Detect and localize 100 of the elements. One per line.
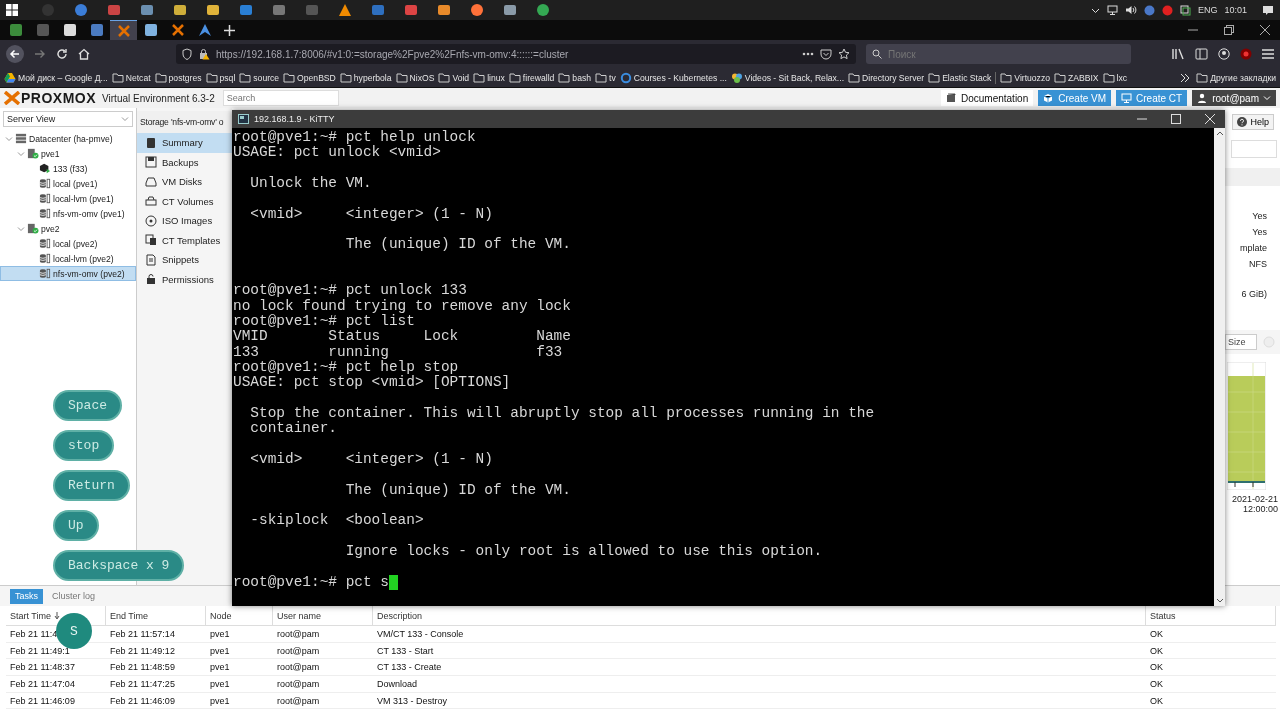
table-cell: Feb 21 11:47:25 [106,676,206,693]
account-icon[interactable] [1218,48,1230,60]
nav-item[interactable]: VM Disks [137,172,232,192]
circle-icon[interactable] [1143,4,1155,16]
bookmark[interactable]: Videos - Sit Back, Relax... [730,71,845,84]
clock[interactable]: 10:01 [1224,5,1247,15]
tree-item[interactable]: local-lvm (pve2) [0,251,136,266]
bookmark[interactable]: tv [595,71,616,84]
tree-item[interactable]: pve1 [0,146,136,161]
panel-tab[interactable]: Cluster log [47,588,101,604]
dropdown-field[interactable] [1231,140,1277,158]
column-header[interactable]: End Time [106,606,206,626]
tree-item[interactable]: nfs-vm-omv (pve2) [0,266,136,281]
tree-item[interactable]: local (pve2) [0,236,136,251]
maximize-icon[interactable] [1224,25,1234,35]
reload-icon[interactable] [56,48,68,60]
bookmark[interactable]: Другие закладки [1196,71,1276,84]
help-button[interactable]: Help [1232,114,1274,130]
tree-item[interactable]: local (pve1) [0,176,136,191]
app-icon[interactable] [404,3,418,17]
command-line: root@pve1:~# pct s [233,574,389,590]
search-field[interactable]: Search [222,90,339,106]
scrollbar[interactable] [1214,128,1225,606]
tree-item[interactable]: 133 (f33) [0,161,136,176]
address-bar[interactable]: https://192.168.1.7:8006/#v1:0:=storage%2Fpve2%2Fnfs-vm-omv:4::::::=cluster [176,44,856,64]
tree-item[interactable]: Datacenter (ha-pmve) [0,131,136,146]
pocket-icon[interactable] [820,48,832,60]
table-cell: OK [1146,676,1276,693]
nav-item[interactable]: CT Templates [137,230,232,250]
more-icon[interactable] [802,52,814,56]
nav-item[interactable]: Permissions [137,269,232,289]
view-selector[interactable]: Server View [3,111,133,127]
maximize-icon[interactable] [1171,114,1181,124]
tree-item[interactable]: pve2 [0,221,136,236]
bookmark[interactable]: bash [558,71,591,84]
app-icon[interactable] [239,3,253,17]
shield-badge-icon[interactable] [1240,48,1252,60]
bookmark[interactable]: NixOS [395,71,435,84]
bookmark[interactable]: Elastic Stack [928,71,992,84]
start-icon[interactable] [6,4,18,16]
app-icon[interactable] [437,3,451,17]
app-icon[interactable] [536,3,550,17]
scroll-down-icon[interactable] [1215,598,1224,604]
bookmark[interactable]: Netcat [111,71,151,84]
double-chevron-icon[interactable] [1180,72,1191,83]
table-cell: pve1 [206,642,273,660]
tree-item[interactable]: local-lvm (pve1) [0,191,136,206]
scroll-up-icon[interactable] [1215,130,1224,136]
home-icon[interactable] [78,48,90,60]
library-icon[interactable] [1172,48,1185,60]
bookmark[interactable]: Directory Server [848,71,925,84]
app-icon[interactable] [107,3,121,17]
view-selector-text: Server View [7,114,56,124]
notification-icon[interactable] [1262,4,1274,16]
sidebar-icon[interactable] [1195,48,1208,60]
nav-item[interactable]: CT Volumes [137,191,232,211]
app-icon[interactable] [206,3,220,17]
app-icon[interactable] [503,3,517,17]
header-button[interactable]: Documentation [940,90,1034,106]
square-icon [143,23,158,37]
app-icon[interactable] [272,3,286,17]
nav-item[interactable]: Snippets [137,250,232,270]
nav-item[interactable]: ISO Images [137,211,232,231]
record-icon[interactable] [1161,4,1173,16]
bookmark[interactable]: source [239,71,280,84]
server-check-icon [27,148,39,159]
bookmark[interactable]: firewalld [508,71,555,84]
app-icon[interactable] [338,3,352,17]
windows-icon[interactable] [1179,4,1191,16]
tree-item[interactable]: nfs-vm-omv (pve1) [0,206,136,221]
star-icon[interactable] [838,48,850,60]
bookmark[interactable]: Мой диск – Google Д... [4,71,108,84]
menu-icon[interactable] [1262,49,1274,59]
app-icon[interactable] [173,3,187,17]
size-field[interactable]: Size [1225,334,1257,350]
bookmark[interactable]: hyperbola [339,71,392,84]
bookmark[interactable]: Virtuozzo [1000,71,1050,84]
network-icon[interactable] [1106,5,1118,15]
square-icon [62,23,77,37]
bookmark[interactable]: Void [438,71,470,84]
bookmark[interactable]: Courses - Kubernetes ... [619,71,727,84]
nav-item[interactable]: Backups [137,152,232,172]
back-icon[interactable] [6,45,24,63]
bookmark[interactable]: linux [473,71,505,84]
bookmark[interactable]: postgres [154,71,202,84]
app-icon[interactable] [470,3,484,17]
bookmark[interactable]: lxc [1102,71,1128,84]
speaker-icon[interactable] [1124,5,1137,15]
user-menu[interactable]: root@pam [1192,90,1276,106]
app-icon[interactable] [140,3,154,17]
bookmark[interactable]: OpenBSD [283,71,336,84]
language-indicator[interactable]: ENG [1197,5,1218,15]
nav-item[interactable]: Summary [137,133,232,153]
app-icon[interactable] [74,3,88,17]
bookmark[interactable]: ZABBIX [1054,71,1099,84]
plus-icon[interactable] [224,24,235,36]
close-icon[interactable] [1260,25,1270,35]
terminal-icon [238,114,249,124]
forward-icon[interactable] [34,48,46,60]
bookmark[interactable]: psql [205,71,236,84]
